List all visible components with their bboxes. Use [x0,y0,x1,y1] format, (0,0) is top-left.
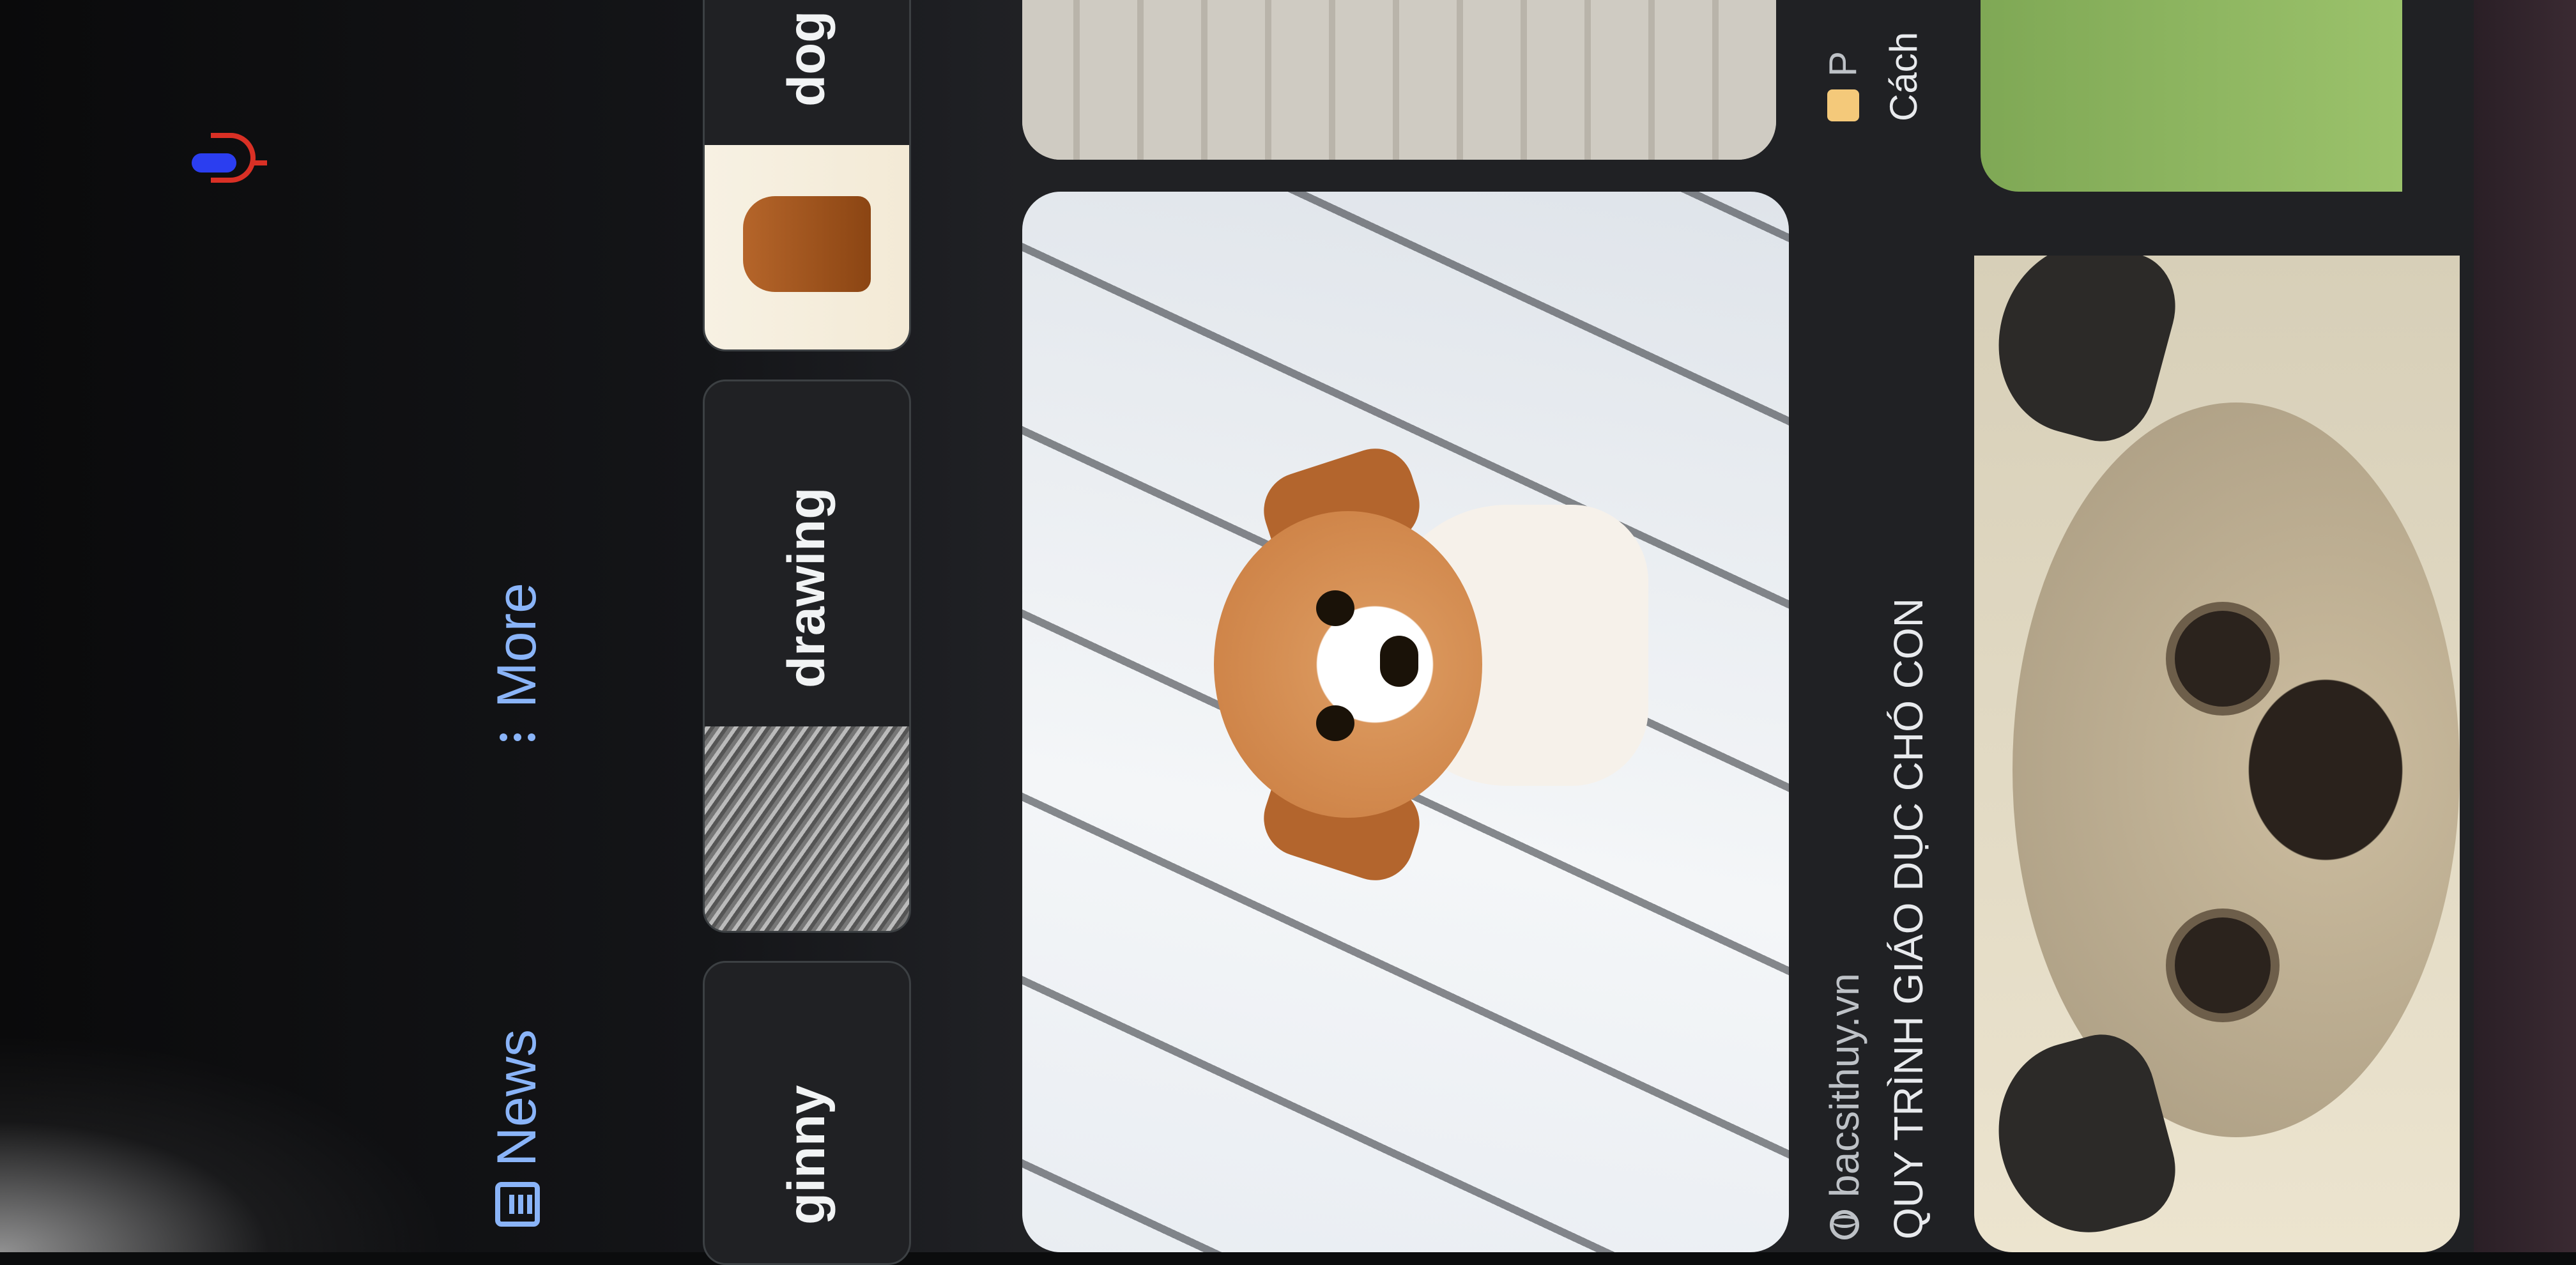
pug-image [2012,402,2460,1137]
image-result-puppy[interactable] [1022,192,1789,1252]
tab-more[interactable]: More [486,583,549,741]
screen-bezel [2474,0,2576,1252]
image-result[interactable] [1981,0,2402,192]
more-vert-icon [499,733,535,741]
tab-news[interactable]: News [486,1029,549,1227]
result-title[interactable]: Cách [1882,32,1926,121]
result-source-label: P [1821,50,1864,77]
chip-dog[interactable]: dog [703,0,911,351]
site-favicon-icon [1827,89,1859,121]
image-result-pug[interactable] [1974,256,2460,1252]
image-result[interactable] [1022,0,1776,160]
phone-screen: News More ginny drawing dog bacsithuy.vn… [0,0,2472,1265]
news-icon [494,1182,540,1227]
result-source-label: bacsithuy.vn [1821,973,1867,1197]
search-tabs: News More [447,0,562,1252]
globe-icon [1830,1210,1859,1239]
chip-label: drawing [778,487,836,688]
puppy-image [1188,438,1648,891]
result-source: bacsithuy.vn [1821,153,1868,1239]
result-caption[interactable]: bacsithuy.vn QUY TRÌNH GIÁO DỤC CHÓ CON [1821,153,1932,1239]
mic-icon[interactable] [192,133,268,192]
chip-label: ginny [778,1085,836,1225]
result-caption[interactable]: P Cách [1821,32,1926,121]
chip-thumbnail [705,145,909,349]
chip-thumbnail [705,726,909,931]
result-title[interactable]: QUY TRÌNH GIÁO DỤC CHÓ CON [1885,153,1932,1239]
chip-ginny[interactable]: ginny [703,961,911,1265]
result-source: P [1821,32,1865,121]
related-chips: ginny drawing dog [703,0,933,1265]
tab-more-label: More [486,583,548,708]
tab-news-label: News [486,1029,548,1167]
chip-label: dog [778,10,836,107]
chip-drawing[interactable]: drawing [703,379,911,933]
